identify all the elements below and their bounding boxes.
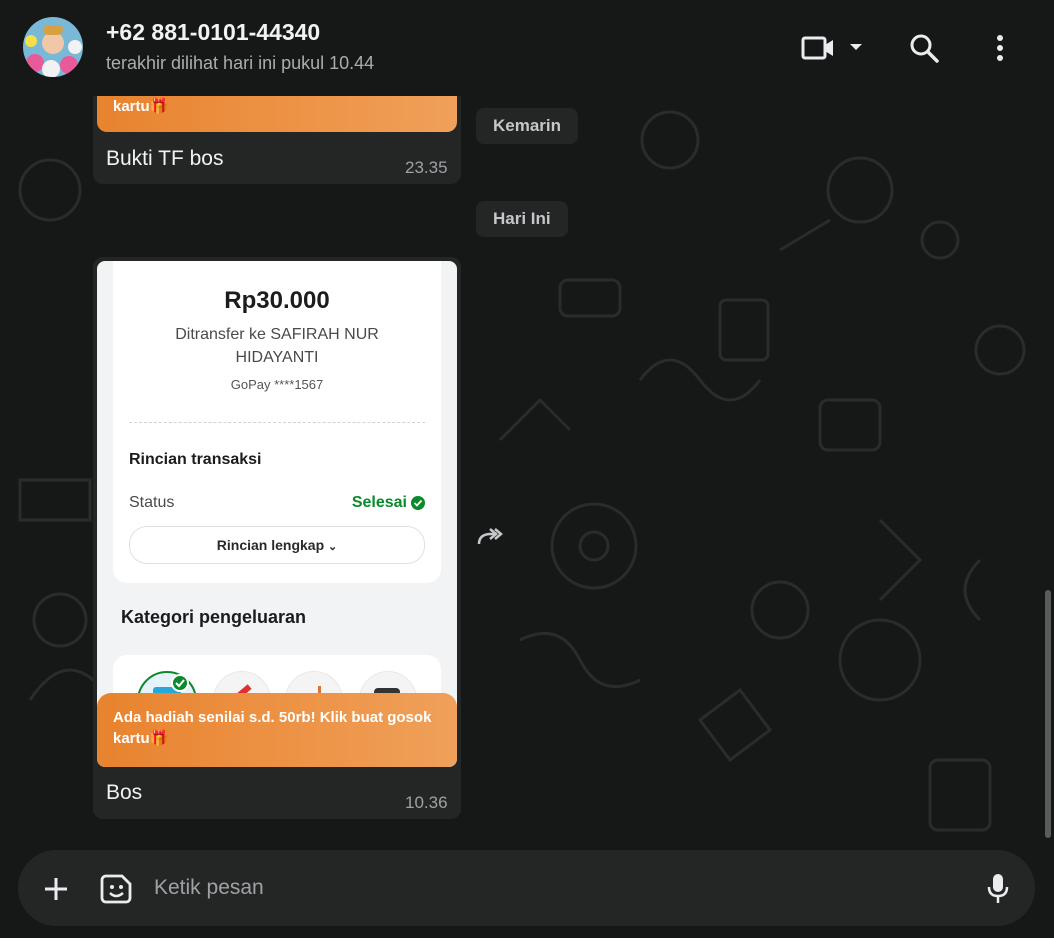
promo-text: kartu🎁 <box>113 98 169 115</box>
transfer-amount: Rp30.000 <box>224 287 330 314</box>
promo-banner[interactable]: kartu🎁 <box>97 96 457 132</box>
full-details-label: Rincian lengkap <box>216 537 325 553</box>
attach-plus-icon[interactable] <box>43 876 69 902</box>
message-composer: Ketik pesan <box>18 850 1035 926</box>
microphone-icon[interactable] <box>986 872 1010 906</box>
message-time: 10.36 <box>405 793 448 812</box>
date-chip-today: Hari Ini <box>476 201 568 237</box>
recipient-text: Ditransfer ke SAFIRAH NUR HIDAYANTI <box>175 326 379 366</box>
chevron-down-icon[interactable] <box>848 42 864 52</box>
account-number: GoPay ****1567 <box>230 377 324 392</box>
last-seen-status: terakhir dilihat hari ini pukul 10.44 <box>106 53 375 73</box>
chat-header: +62 881-0101-44340 terakhir dilihat hari… <box>0 0 1054 96</box>
video-call-icon[interactable] <box>800 34 836 62</box>
category-title: Kategori pengeluaran <box>121 607 307 627</box>
sticker-icon[interactable] <box>100 872 134 906</box>
status-label: Status <box>129 494 175 511</box>
message-caption: Bos <box>106 781 143 804</box>
selected-check-icon <box>171 674 189 692</box>
promo-text: Ada hadiah senilai s.d. 50rb! Klik buat … <box>113 709 432 747</box>
receipt-image[interactable]: Rp30.000 Ditransfer ke SAFIRAH NUR HIDAY… <box>97 261 457 767</box>
message-caption: Bukti TF bos <box>106 147 224 170</box>
chevron-down-icon: ⌄ <box>328 541 338 553</box>
transaction-details-title: Rincian transaksi <box>129 451 262 468</box>
status-value: Selesai <box>351 494 407 511</box>
menu-icon[interactable] <box>990 34 1010 62</box>
transaction-card: Rp30.000 Ditransfer ke SAFIRAH NUR HIDAY… <box>113 261 441 583</box>
message-time: 23.35 <box>405 158 448 177</box>
divider <box>129 422 425 423</box>
promo-banner[interactable]: Ada hadiah senilai s.d. 50rb! Klik buat … <box>97 693 457 767</box>
contact-avatar[interactable] <box>23 17 83 77</box>
full-details-button: Rincian lengkap ⌄ <box>129 526 425 564</box>
forward-icon[interactable] <box>476 526 504 548</box>
date-chip-yesterday: Kemarin <box>476 108 579 144</box>
check-icon <box>411 496 425 510</box>
search-icon[interactable] <box>908 32 940 64</box>
message-input[interactable]: Ketik pesan <box>154 876 264 900</box>
chat-scrollbar[interactable] <box>1045 590 1051 838</box>
contact-name[interactable]: +62 881-0101-44340 <box>106 19 320 46</box>
